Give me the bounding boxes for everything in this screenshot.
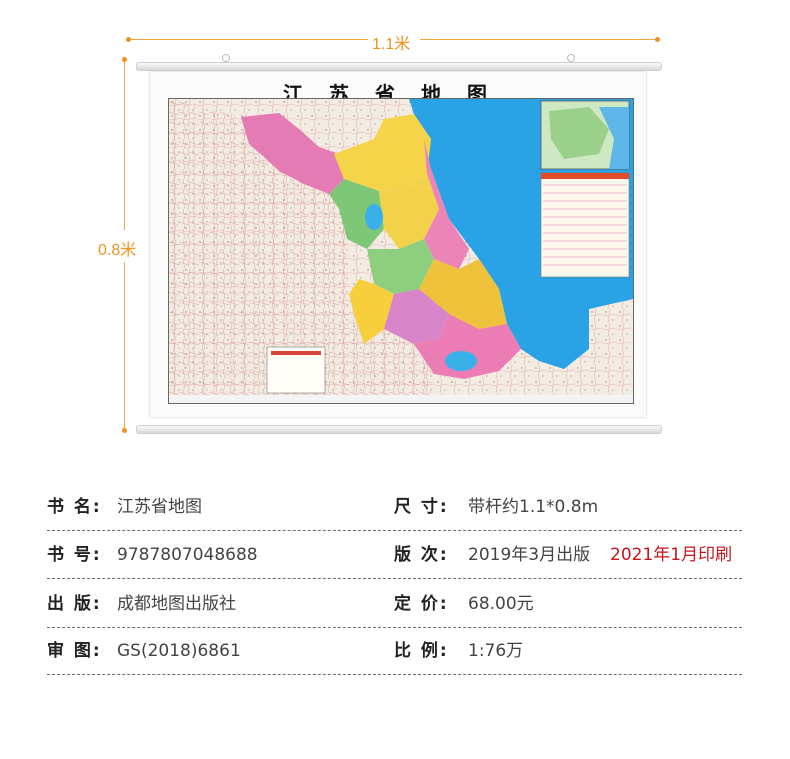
spec-key-edition: 版 次: [394,545,449,565]
wall-map-poster: 江苏省地图 [150,72,646,417]
spec-key-scale: 比 例: [394,641,449,661]
map-image [168,98,634,404]
spec-value-isbn: 9787807048688 [117,545,258,565]
spec-value-size: 带杆约1.1*0.8m [468,497,599,517]
width-dimension-label: 1.1米 [372,36,411,53]
spec-row-isbn-edition: 书 号: 9787807048688 版 次: 2019年3月出版 2021年1… [47,532,742,579]
height-dimension-dot-bottom [122,428,127,433]
spec-value-publisher: 成都地图出版社 [117,594,236,614]
spec-value-approval: GS(2018)6861 [117,641,241,661]
spec-value-edition: 2019年3月出版 [468,545,591,565]
taihu-lake [445,351,477,371]
spec-key-size: 尺 寸: [394,497,449,517]
spec-row-publisher-price: 出 版: 成都地图出版社 定 价: 68.00元 [47,581,742,628]
height-dimension-line-top [124,60,125,230]
width-dimension-line-left [128,39,368,40]
hanger-hook-left [222,54,230,62]
index-table-header [541,173,629,179]
legend-header [271,351,321,355]
jiangsu-map-illustration [169,99,633,403]
bottom-hanging-rod [136,425,662,434]
spec-key-publisher: 出 版: [47,594,102,614]
top-hanging-rod [136,62,662,71]
hanger-hook-right [567,54,575,62]
height-dimension-dot-top [122,57,127,62]
hongze-lake [365,204,383,230]
width-dimension-dot-right [655,37,660,42]
height-dimension-label: 0.8米 [98,242,137,259]
spec-key-price: 定 价: [394,594,449,614]
height-dimension-line-bottom [124,262,125,430]
map-footer-strip [169,395,633,403]
spec-value-printing: 2021年1月印刷 [610,545,733,565]
spec-row-approval-scale: 审 图: GS(2018)6861 比 例: 1:76万 [47,628,742,675]
spec-key-approval: 审 图: [47,641,102,661]
width-dimension-line-right [420,39,658,40]
spec-value-price: 68.00元 [468,594,534,614]
width-dimension-dot-left [126,37,131,42]
spec-value-title: 江苏省地图 [117,497,202,517]
spec-key-isbn: 书 号: [47,545,102,565]
spec-row-title-size: 书 名: 江苏省地图 尺 寸: 带杆约1.1*0.8m [47,484,742,531]
spec-value-scale: 1:76万 [468,641,524,661]
spec-key-title: 书 名: [47,497,102,517]
